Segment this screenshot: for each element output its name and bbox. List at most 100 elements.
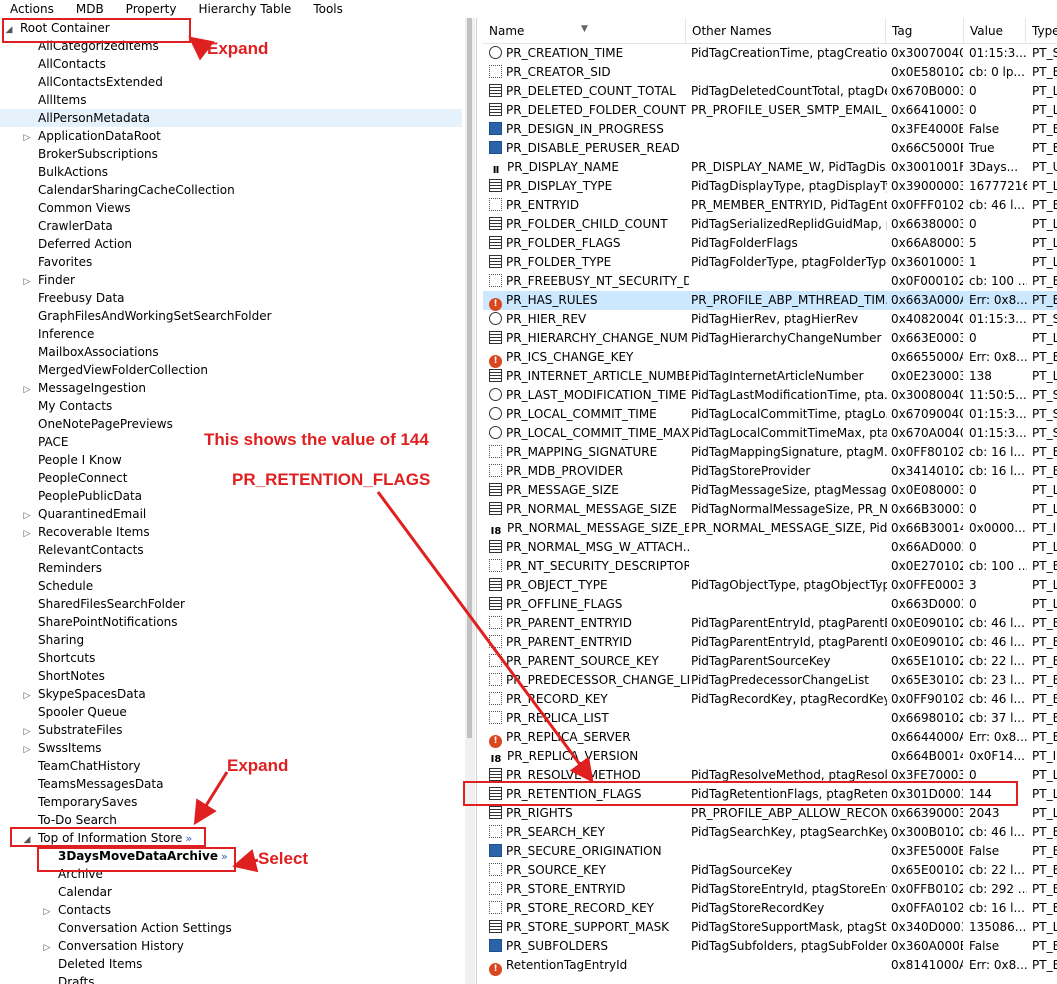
property-row[interactable]: PR_REPLICA_LIST 0x66980102 cb: 37 l... PT_B xyxy=(483,709,1057,728)
tree-item[interactable]: TeamsMessagesData xyxy=(0,775,462,793)
property-row[interactable]: PR_SECURE_ORIGINATION 0x3FE5000B False PT_B xyxy=(483,842,1057,861)
column-header-other-names[interactable]: Other Names xyxy=(686,18,886,43)
property-row[interactable]: PR_OFFLINE_FLAGS 0x663D0003 0 PT_L xyxy=(483,595,1057,614)
tree-item[interactable]: Deleted Items xyxy=(0,955,462,973)
tree-scrollbar[interactable] xyxy=(465,18,475,984)
property-row[interactable]: PR_LOCAL_COMMIT_TIME_MAX PidTagLocalCommi… xyxy=(483,424,1057,443)
tree-item[interactable]: ▷ Conversation History xyxy=(0,937,462,955)
tree-item[interactable]: AllItems xyxy=(0,91,462,109)
property-row[interactable]: ! RetentionTagEntryId 0x8141000A Err: 0x8..… xyxy=(483,956,1057,976)
tree-item[interactable]: ▷ SwssItems xyxy=(0,739,462,757)
property-row[interactable]: PR_NORMAL_MESSAGE_SIZE PidTagNormalMessag… xyxy=(483,500,1057,519)
tree-item[interactable]: ▷ Recoverable Items xyxy=(0,523,462,541)
property-row[interactable]: PR_SUBFOLDERS PidTagSubfolders, ptagSubFo… xyxy=(483,937,1057,956)
property-row[interactable]: PR_DISABLE_PERUSER_READ 0x66C5000B True PT_… xyxy=(483,139,1057,158)
property-row[interactable]: PR_FOLDER_FLAGS PidTagFolderFlags 0x66A800… xyxy=(483,234,1057,253)
tree-item[interactable]: ▷ SkypeSpacesData xyxy=(0,685,462,703)
property-row[interactable]: PR_SOURCE_KEY PidTagSourceKey 0x65E00102 cb… xyxy=(483,861,1057,880)
menu-tools[interactable]: Tools xyxy=(303,0,355,18)
property-row[interactable]: PR_LOCAL_COMMIT_TIME PidTagLocalCommitTim… xyxy=(483,405,1057,424)
menu-hierarchy-table[interactable]: Hierarchy Table xyxy=(188,0,303,18)
tree-item[interactable]: Freebusy Data xyxy=(0,289,462,307)
menu-mdb[interactable]: MDB xyxy=(66,0,116,18)
tree-item[interactable]: My Contacts xyxy=(0,397,462,415)
property-row[interactable]: PR_INTERNET_ARTICLE_NUMBER PidTagInternet… xyxy=(483,367,1057,386)
property-row[interactable]: PR_CREATOR_SID 0x0E580102 cb: 0 lp... PT_B xyxy=(483,63,1057,82)
pane-splitter[interactable] xyxy=(476,18,483,984)
tree-item[interactable]: Common Views xyxy=(0,199,462,217)
property-row[interactable]: PR_DELETED_COUNT_TOTAL PidTagDeletedCount… xyxy=(483,82,1057,101)
menu-actions[interactable]: Actions xyxy=(0,0,66,18)
tree-item[interactable]: Schedule xyxy=(0,577,462,595)
tree-item[interactable]: SharePointNotifications xyxy=(0,613,462,631)
property-row[interactable]: Ⅱ PR_DISPLAY_NAME PR_DISPLAY_NAME_W, PidTa… xyxy=(483,158,1057,177)
property-row[interactable]: PR_MAPPING_SIGNATURE PidTagMappingSignatu… xyxy=(483,443,1057,462)
property-row[interactable]: ! PR_ICS_CHANGE_KEY 0x6655000A Err: 0x8... P… xyxy=(483,348,1057,368)
tree-item[interactable]: BrokerSubscriptions xyxy=(0,145,462,163)
tree-item[interactable]: AllContactsExtended xyxy=(0,73,462,91)
tree-item[interactable]: Conversation Action Settings xyxy=(0,919,462,937)
tree-item[interactable]: ▷ Finder xyxy=(0,271,462,289)
tree-item[interactable]: Calendar xyxy=(0,883,462,901)
property-row[interactable]: PR_HIER_REV PidTagHierRev, ptagHierRev 0x4… xyxy=(483,310,1057,329)
menu-property[interactable]: Property xyxy=(116,0,189,18)
property-row[interactable]: PR_DELETED_FOLDER_COUNT PR_PROFILE_USER_S… xyxy=(483,101,1057,120)
tree-item[interactable]: BulkActions xyxy=(0,163,462,181)
property-row[interactable]: PR_FREEBUSY_NT_SECURITY_DE... 0x0F000102 c… xyxy=(483,272,1057,291)
tree-item[interactable]: GraphFilesAndWorkingSetSearchFolder xyxy=(0,307,462,325)
tree-item[interactable]: ▷ ApplicationDataRoot xyxy=(0,127,462,145)
tree-item[interactable]: Sharing xyxy=(0,631,462,649)
tree-item[interactable]: CalendarSharingCacheCollection xyxy=(0,181,462,199)
property-row[interactable]: PR_RIGHTS PR_PROFILE_ABP_ALLOW_RECON... 0x… xyxy=(483,804,1057,823)
property-row[interactable]: PR_MDB_PROVIDER PidTagStoreProvider 0x3414… xyxy=(483,462,1057,481)
property-row[interactable]: PR_FOLDER_TYPE PidTagFolderType, ptagFold… xyxy=(483,253,1057,272)
property-row[interactable]: PR_PARENT_SOURCE_KEY PidTagParentSourceKe… xyxy=(483,652,1057,671)
tree-item[interactable]: Shortcuts xyxy=(0,649,462,667)
tree-item[interactable]: ▷ SubstrateFiles xyxy=(0,721,462,739)
property-row[interactable]: PR_NT_SECURITY_DESCRIPTOR 0x0E270102 cb: 1… xyxy=(483,557,1057,576)
column-header-type[interactable]: Type xyxy=(1026,18,1057,43)
tree-item[interactable]: ▷ MessageIngestion xyxy=(0,379,462,397)
tree-item[interactable]: AllPersonMetadata xyxy=(0,109,462,127)
tree-item[interactable]: CrawlerData xyxy=(0,217,462,235)
property-row[interactable]: PR_RECORD_KEY PidTagRecordKey, ptagRecord… xyxy=(483,690,1057,709)
property-row[interactable]: ! PR_HAS_RULES PR_PROFILE_ABP_MTHREAD_TIM.… xyxy=(483,291,1057,311)
property-row[interactable]: PR_PREDECESSOR_CHANGE_LIST PidTagPredeces… xyxy=(483,671,1057,690)
property-row[interactable]: ! PR_REPLICA_SERVER 0x6644000A Err: 0x8... P… xyxy=(483,728,1057,748)
tree-item[interactable]: MailboxAssociations xyxy=(0,343,462,361)
tree-item[interactable]: RelevantContacts xyxy=(0,541,462,559)
property-row[interactable]: I8 PR_NORMAL_MESSAGE_SIZE_E... PR_NORMAL_M… xyxy=(483,519,1057,538)
property-row[interactable]: I8 PR_REPLICA_VERSION 0x664B0014 0x0F14... P… xyxy=(483,747,1057,766)
property-row[interactable]: PR_STORE_SUPPORT_MASK PidTagStoreSupportM… xyxy=(483,918,1057,937)
property-row[interactable]: PR_OBJECT_TYPE PidTagObjectType, ptagObje… xyxy=(483,576,1057,595)
property-row[interactable]: PR_CREATION_TIME PidTagCreationTime, ptag… xyxy=(483,44,1057,63)
tree-item[interactable]: Inference xyxy=(0,325,462,343)
tree-item[interactable]: ▷ QuarantinedEmail xyxy=(0,505,462,523)
tree-item[interactable]: Drafts xyxy=(0,973,462,984)
property-row[interactable]: PR_LAST_MODIFICATION_TIME PidTagLastModif… xyxy=(483,386,1057,405)
property-row[interactable]: PR_DESIGN_IN_PROGRESS 0x3FE4000B False PT_B xyxy=(483,120,1057,139)
tree-item[interactable]: ShortNotes xyxy=(0,667,462,685)
property-row[interactable]: PR_DISPLAY_TYPE PidTagDisplayType, ptagDi… xyxy=(483,177,1057,196)
property-row[interactable]: PR_PARENT_ENTRYID PidTagParentEntryId, pt… xyxy=(483,614,1057,633)
property-row[interactable]: PR_ENTRYID PR_MEMBER_ENTRYID, PidTagEnt..… xyxy=(483,196,1057,215)
property-row[interactable]: PR_SEARCH_KEY PidTagSearchKey, ptagSearch… xyxy=(483,823,1057,842)
tree-item[interactable]: Spooler Queue xyxy=(0,703,462,721)
property-row[interactable]: PR_MESSAGE_SIZE PidTagMessageSize, ptagMe… xyxy=(483,481,1057,500)
tree-item[interactable]: ▷ Contacts xyxy=(0,901,462,919)
property-row[interactable]: PR_NORMAL_MSG_W_ATTACH... 0x66AD0003 0 PT_L xyxy=(483,538,1057,557)
column-header-tag[interactable]: Tag xyxy=(886,18,964,43)
property-row[interactable]: PR_STORE_ENTRYID PidTagStoreEntryId, ptag… xyxy=(483,880,1057,899)
property-row[interactable]: PR_HIERARCHY_CHANGE_NUM PidTagHierarchyCh… xyxy=(483,329,1057,348)
tree-item[interactable]: SharedFilesSearchFolder xyxy=(0,595,462,613)
tree-item[interactable]: MergedViewFolderCollection xyxy=(0,361,462,379)
property-row[interactable]: PR_FOLDER_CHILD_COUNT PidTagSerializedRep… xyxy=(483,215,1057,234)
tree-item[interactable]: Reminders xyxy=(0,559,462,577)
property-row[interactable]: PR_STORE_RECORD_KEY PidTagStoreRecordKey 0… xyxy=(483,899,1057,918)
tree-item[interactable]: TemporarySaves xyxy=(0,793,462,811)
tree-item[interactable]: People I Know xyxy=(0,451,462,469)
tree-scrollbar-thumb[interactable] xyxy=(467,18,472,738)
column-header-value[interactable]: Value xyxy=(964,18,1026,43)
tree-item[interactable]: Favorites xyxy=(0,253,462,271)
column-header-name[interactable]: Name ▼ xyxy=(483,18,686,43)
